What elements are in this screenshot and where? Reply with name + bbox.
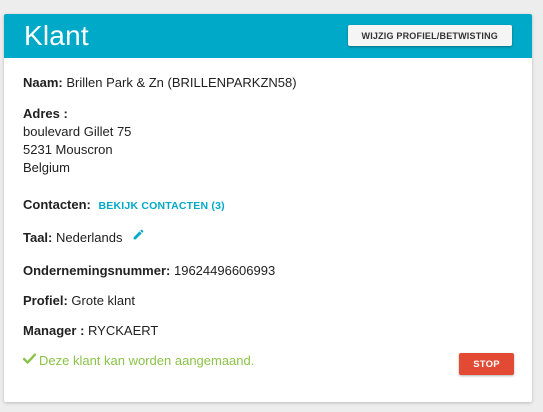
- company-number-row: Ondernemingsnummer: 19624496606993: [23, 262, 275, 280]
- profile-value: Grote klant: [71, 293, 136, 308]
- company-number-label: Ondernemingsnummer:: [23, 263, 171, 278]
- address-label: Adres :: [23, 106, 68, 121]
- contacts-label: Contacten:: [23, 197, 91, 212]
- view-contacts-link[interactable]: BEKIJK CONTACTEN (3): [99, 200, 225, 212]
- address-line-1: boulevard Gillet 75: [23, 124, 132, 139]
- manager-value: RYCKAERT: [88, 323, 159, 338]
- name-row: Naam: Brillen Park & Zn (BRILLENPARKZN58…: [23, 74, 297, 92]
- check-icon: [22, 351, 37, 369]
- language-value: Nederlands: [56, 230, 123, 245]
- customer-card: Klant WIJZIG PROFIEL/BETWISTING Naam: Br…: [4, 14, 532, 402]
- manager-row: Manager : RYCKAERT: [23, 322, 158, 340]
- reminder-status-text: Deze klant kan worden aangemaand.: [39, 353, 255, 368]
- name-value: Brillen Park & Zn (BRILLENPARKZN58): [66, 75, 297, 90]
- edit-profile-dispute-button[interactable]: WIJZIG PROFIEL/BETWISTING: [347, 25, 512, 46]
- company-number-value: 19624496606993: [173, 263, 276, 278]
- manager-label: Manager :: [23, 323, 85, 338]
- address-line-3: Belgium: [23, 160, 70, 175]
- name-label: Naam:: [23, 75, 63, 90]
- pencil-icon[interactable]: [132, 228, 145, 246]
- card-header: Klant WIJZIG PROFIEL/BETWISTING: [4, 14, 532, 58]
- page-title: Klant: [24, 20, 89, 51]
- address-block: Adres : boulevard Gillet 75 5231 Mouscro…: [23, 105, 131, 177]
- profile-row: Profiel: Grote klant: [23, 292, 135, 310]
- address-line-2: 5231 Mouscron: [23, 142, 113, 157]
- stop-button[interactable]: STOP: [459, 353, 514, 375]
- contacts-row: Contacten: BEKIJK CONTACTEN (3): [23, 196, 225, 215]
- language-label: Taal:: [23, 230, 53, 245]
- reminder-status: Deze klant kan worden aangemaand.: [22, 351, 255, 370]
- language-row: Taal: Nederlands: [23, 229, 145, 247]
- profile-label: Profiel:: [23, 293, 68, 308]
